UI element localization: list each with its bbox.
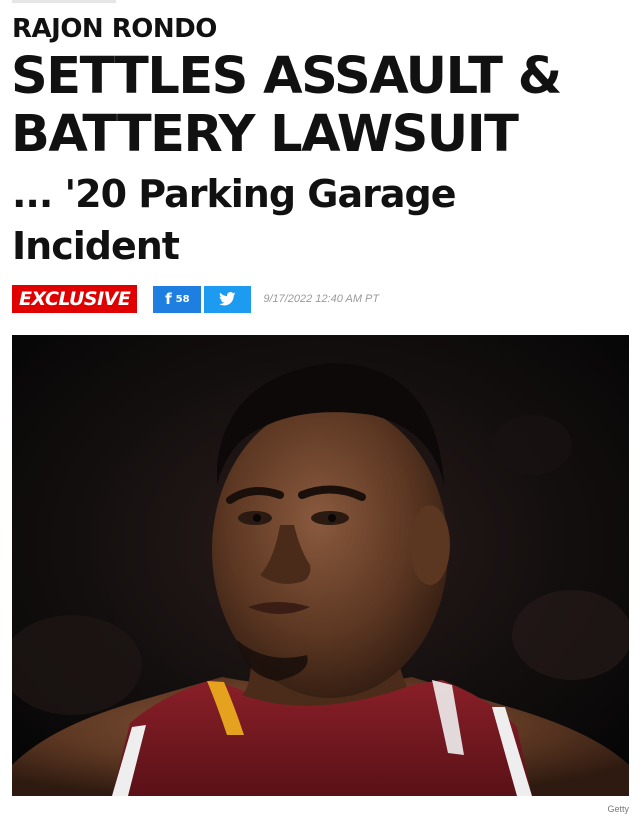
article-photo[interactable] xyxy=(12,335,629,796)
facebook-icon: f xyxy=(165,290,172,308)
facebook-share-count: 58 xyxy=(175,293,190,305)
twitter-icon xyxy=(219,292,236,306)
exclusive-badge[interactable]: EXCLUSIVE xyxy=(12,285,138,313)
article-headline: SETTLES ASSAULT & BATTERY LAWSUIT xyxy=(11,47,562,164)
article-meta: EXCLUSIVE f 58 9/17/2022 12:40 AM PT xyxy=(12,285,379,313)
top-divider xyxy=(12,0,116,3)
twitter-share-button[interactable] xyxy=(204,285,252,313)
facebook-share-button[interactable]: f 58 xyxy=(153,285,202,313)
article-kicker: RAJON RONDO xyxy=(12,14,217,44)
publish-timestamp: 9/17/2022 12:40 AM PT xyxy=(263,293,380,305)
article-subhead: ... '20 Parking Garage Incident xyxy=(12,172,456,268)
photo-credit: Getty xyxy=(607,804,629,814)
player-portrait xyxy=(12,335,629,796)
